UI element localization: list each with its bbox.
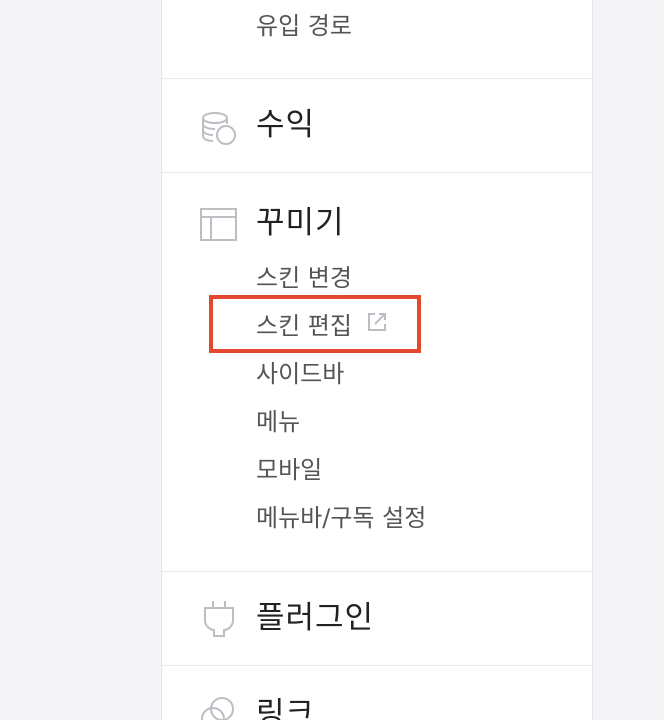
- sidebar-section-title: 수익: [256, 107, 316, 143]
- sidebar-section-title: 플러그인: [256, 600, 375, 636]
- section-divider: [162, 571, 592, 572]
- coins-icon: [200, 110, 238, 148]
- sidebar-section-title: 링크: [256, 696, 316, 720]
- sidebar-item-referral-path[interactable]: 유입 경로: [256, 10, 352, 42]
- layout-icon: [200, 207, 238, 245]
- sidebar-menu: 유입 경로 수익 꾸미기 스킨 변경 스킨 편집 사이드바 메뉴 모바일 메뉴바…: [161, 0, 593, 720]
- section-divider: [162, 665, 592, 666]
- highlight-box: [209, 295, 421, 353]
- sidebar-section-title: 꾸미기: [256, 205, 345, 241]
- sidebar-item-mobile[interactable]: 모바일: [256, 454, 322, 486]
- sidebar-item-menu[interactable]: 메뉴: [256, 406, 300, 438]
- sidebar-item-sidebar[interactable]: 사이드바: [256, 358, 344, 390]
- sidebar-item-skin-change[interactable]: 스킨 변경: [256, 262, 352, 294]
- sidebar-item-menubar-subscribe[interactable]: 메뉴바/구독 설정: [256, 502, 426, 534]
- link-icon: [200, 695, 238, 720]
- section-divider: [162, 78, 592, 79]
- section-divider: [162, 172, 592, 173]
- plug-icon: [200, 600, 238, 638]
